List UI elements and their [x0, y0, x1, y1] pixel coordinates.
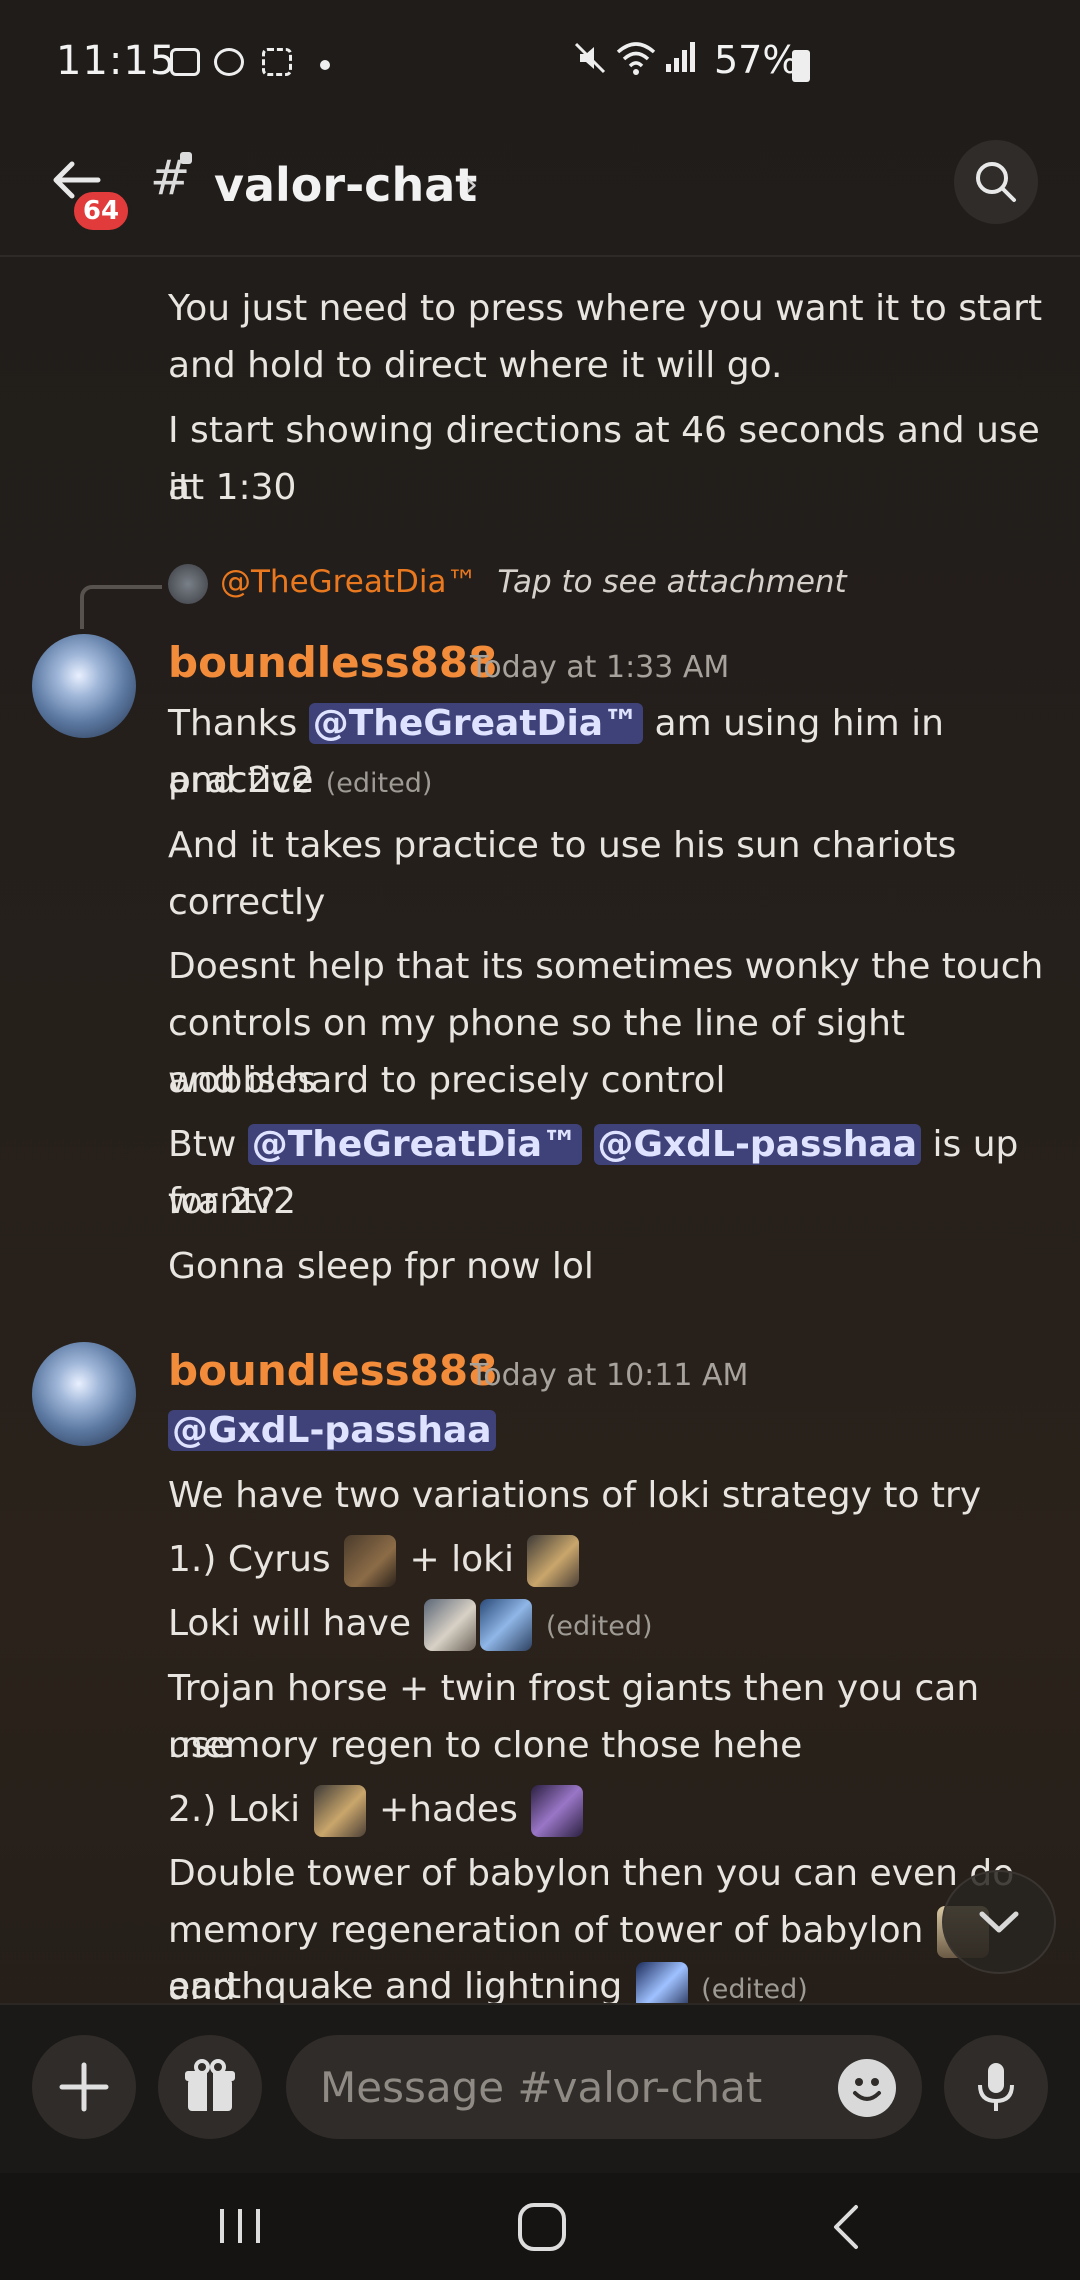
- timestamp: Today at 1:33 AM: [470, 650, 730, 685]
- text: Thanks: [168, 703, 309, 744]
- message-line: and hold to direct where it will go.: [168, 345, 783, 386]
- text: and 2v2: [168, 760, 315, 801]
- emoji-button[interactable]: [838, 2059, 896, 2117]
- reply-connector: [80, 585, 162, 629]
- text: Btw: [168, 1124, 248, 1165]
- loki-emoji-icon: [527, 1535, 580, 1587]
- message-line: and is hard to precisely control: [168, 1060, 726, 1101]
- message-line: memory regen to clone those hehe: [168, 1725, 803, 1766]
- lightning-emoji-icon: [635, 1962, 688, 2003]
- more-notifications-dot: [320, 60, 330, 70]
- channel-header: 64 # valor-chat ›: [0, 120, 1080, 257]
- smiley-icon: [853, 2078, 881, 2101]
- gift-icon: [185, 2059, 235, 2111]
- wifi-icon: [616, 40, 656, 85]
- reply-username: @TheGreatDia™: [220, 564, 478, 600]
- system-nav-bar: [0, 2173, 1080, 2280]
- mention[interactable]: @TheGreatDia™: [308, 703, 644, 744]
- mention[interactable]: @GxdL-passhaa: [593, 1124, 922, 1165]
- avatar[interactable]: [32, 1342, 136, 1446]
- frost-giant-emoji-icon: [480, 1599, 533, 1651]
- username[interactable]: boundless888: [168, 638, 497, 687]
- viber-icon: [214, 48, 244, 76]
- microphone-icon: [978, 2063, 1014, 2111]
- battery-icon: [792, 50, 810, 82]
- chevron-down-icon: [979, 1911, 1019, 1933]
- message-line: at 1:30: [168, 467, 297, 508]
- avatar[interactable]: [32, 634, 136, 738]
- message-line: We have two variations of loki strategy …: [168, 1475, 982, 1516]
- timestamp: Today at 10:11 AM: [470, 1358, 749, 1393]
- edited-label: (edited): [325, 768, 433, 799]
- text: earthquake and lightning: [168, 1966, 634, 2003]
- search-icon: [976, 162, 1016, 202]
- channel-title[interactable]: valor-chat: [214, 158, 477, 212]
- message-input[interactable]: Message #valor-chat: [286, 2035, 922, 2139]
- message-line: and 2v2 (edited): [168, 752, 1048, 812]
- unread-badge: 64: [70, 188, 132, 234]
- text: memory regeneration of tower of babylon: [168, 1910, 935, 1951]
- recent-apps-icon[interactable]: [210, 2201, 270, 2251]
- message-line: 1.) Cyrus + loki: [168, 1531, 1048, 1588]
- username[interactable]: boundless888: [168, 1346, 497, 1395]
- signal-icon: [664, 40, 698, 85]
- cyrus-emoji-icon: [344, 1535, 397, 1587]
- home-icon[interactable]: [512, 2199, 572, 2255]
- text: Loki will have: [168, 1603, 423, 1644]
- mention[interactable]: @GxdL-passhaa: [168, 1410, 496, 1451]
- reply-text: Tap to see attachment: [497, 564, 847, 600]
- reply-avatar: [168, 564, 208, 604]
- message-line: Gonna sleep fpr now lol: [168, 1246, 594, 1287]
- hades-emoji-icon: [531, 1785, 584, 1837]
- message-line: Double tower of babylon then you can eve…: [168, 1853, 1015, 1894]
- message-line: 2.) Loki +hades: [168, 1781, 1048, 1838]
- mention[interactable]: @TheGreatDia™: [247, 1124, 583, 1165]
- status-bar: 11:15 57%: [0, 0, 1080, 120]
- search-button[interactable]: [954, 140, 1038, 224]
- message-line: You just need to press where you want it…: [168, 288, 1043, 329]
- chevron-right-icon[interactable]: ›: [464, 164, 478, 205]
- message-line: correctly: [168, 882, 326, 923]
- message-line: want?: [168, 1181, 276, 1222]
- reply-reference[interactable]: @TheGreatDia™ Tap to see attachment: [220, 564, 847, 600]
- gallery-icon: [170, 48, 200, 76]
- message-list[interactable]: You just need to press where you want it…: [0, 258, 1080, 2003]
- back-nav-icon[interactable]: [818, 2199, 878, 2255]
- gift-button[interactable]: [158, 2035, 262, 2139]
- status-time: 11:15: [56, 38, 177, 84]
- jump-to-latest-button[interactable]: [942, 1870, 1056, 1974]
- message-line: earthquake and lightning (edited): [168, 1958, 1048, 2003]
- text: +hades: [367, 1789, 530, 1830]
- loki-emoji-icon: [313, 1785, 366, 1837]
- trojan-horse-emoji-icon: [424, 1599, 477, 1651]
- message-line: Loki will have (edited): [168, 1595, 1048, 1655]
- mute-icon: [572, 40, 608, 85]
- edited-label: (edited): [545, 1611, 653, 1642]
- battery-percent: 57%: [714, 38, 799, 82]
- plus-icon: [59, 2062, 109, 2112]
- text: 1.) Cyrus: [168, 1539, 343, 1580]
- edited-label: (edited): [701, 1974, 808, 2003]
- message-line: @GxdL-passhaa: [168, 1402, 1048, 1459]
- screenshot-icon: [262, 48, 292, 76]
- message-line: Doesnt help that its sometimes wonky the…: [168, 946, 1044, 987]
- message-input-placeholder: Message #valor-chat: [320, 2063, 763, 2112]
- text: + loki: [398, 1539, 526, 1580]
- lock-icon: [180, 152, 192, 164]
- message-composer: Message #valor-chat: [0, 2003, 1080, 2175]
- text: 2.) Loki: [168, 1789, 312, 1830]
- add-attachment-button[interactable]: [32, 2035, 136, 2139]
- message-line: And it takes practice to use his sun cha…: [168, 825, 957, 866]
- voice-message-button[interactable]: [944, 2035, 1048, 2139]
